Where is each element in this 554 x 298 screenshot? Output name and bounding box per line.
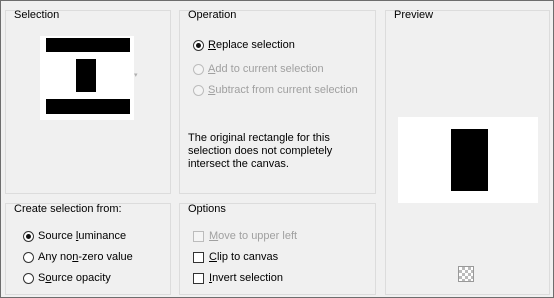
checkbox-move-upper-left[interactable]: Move to upper left: [193, 227, 297, 245]
radio-subtract-indicator[interactable]: [193, 84, 204, 96]
radio-add-indicator[interactable]: [193, 63, 204, 75]
radio-replace-label: Replace selection: [208, 39, 295, 51]
radio-luminance-label: Source luminance: [38, 230, 127, 242]
operation-group-title: Operation: [188, 9, 237, 21]
thumbnail-top-bar: [46, 38, 130, 52]
checkbox-invert-label: Invert selection: [209, 272, 283, 284]
radio-add-selection[interactable]: Add to current selection: [193, 60, 324, 78]
checkbox-move-label: Move to upper left: [209, 230, 298, 242]
radio-subtract-selection[interactable]: Subtract from current selection: [193, 81, 358, 99]
checkbox-clip-indicator[interactable]: [193, 251, 204, 263]
options-group-title: Options: [188, 203, 226, 215]
radio-opacity-indicator[interactable]: [23, 272, 34, 284]
radio-subtract-label: Subtract from current selection: [208, 84, 358, 96]
radio-opacity-label: Source opacity: [38, 272, 111, 284]
dialog-window: Selection ▾ Operation Replace selection …: [0, 0, 554, 298]
preview-group: Preview: [385, 9, 550, 295]
thumbnail-center-block: [76, 59, 96, 92]
radio-source-luminance[interactable]: Source luminance: [23, 227, 126, 245]
checkbox-clip-to-canvas[interactable]: Clip to canvas: [193, 248, 278, 266]
selection-group: Selection ▾: [5, 9, 171, 194]
radio-nonzero-label: Any non-zero value: [38, 251, 133, 263]
preview-selection-rect: [451, 129, 488, 191]
operation-note: The original rectangle for this selectio…: [188, 132, 333, 170]
radio-source-opacity[interactable]: Source opacity: [23, 269, 111, 287]
create-group-title: Create selection from:: [14, 203, 122, 215]
checkbox-invert-selection[interactable]: Invert selection: [193, 269, 283, 287]
thumbnail-bottom-bar: [46, 99, 130, 114]
radio-luminance-indicator[interactable]: [23, 230, 34, 242]
radio-add-label: Add to current selection: [208, 63, 324, 75]
checkbox-move-indicator[interactable]: [193, 230, 204, 242]
radio-non-zero-value[interactable]: Any non-zero value: [23, 248, 133, 266]
radio-replace-indicator[interactable]: [193, 39, 204, 51]
selection-group-title: Selection: [14, 9, 60, 21]
radio-replace-selection[interactable]: Replace selection: [193, 36, 295, 54]
checkbox-invert-indicator[interactable]: [193, 272, 204, 284]
radio-nonzero-indicator[interactable]: [23, 251, 34, 263]
dropdown-arrow-icon[interactable]: ▾: [134, 71, 138, 79]
checkerboard-icon[interactable]: [458, 266, 474, 282]
preview-canvas: [398, 117, 538, 203]
checkbox-clip-label: Clip to canvas: [209, 251, 279, 263]
selection-thumbnail[interactable]: [40, 36, 134, 120]
preview-group-title: Preview: [394, 9, 434, 21]
